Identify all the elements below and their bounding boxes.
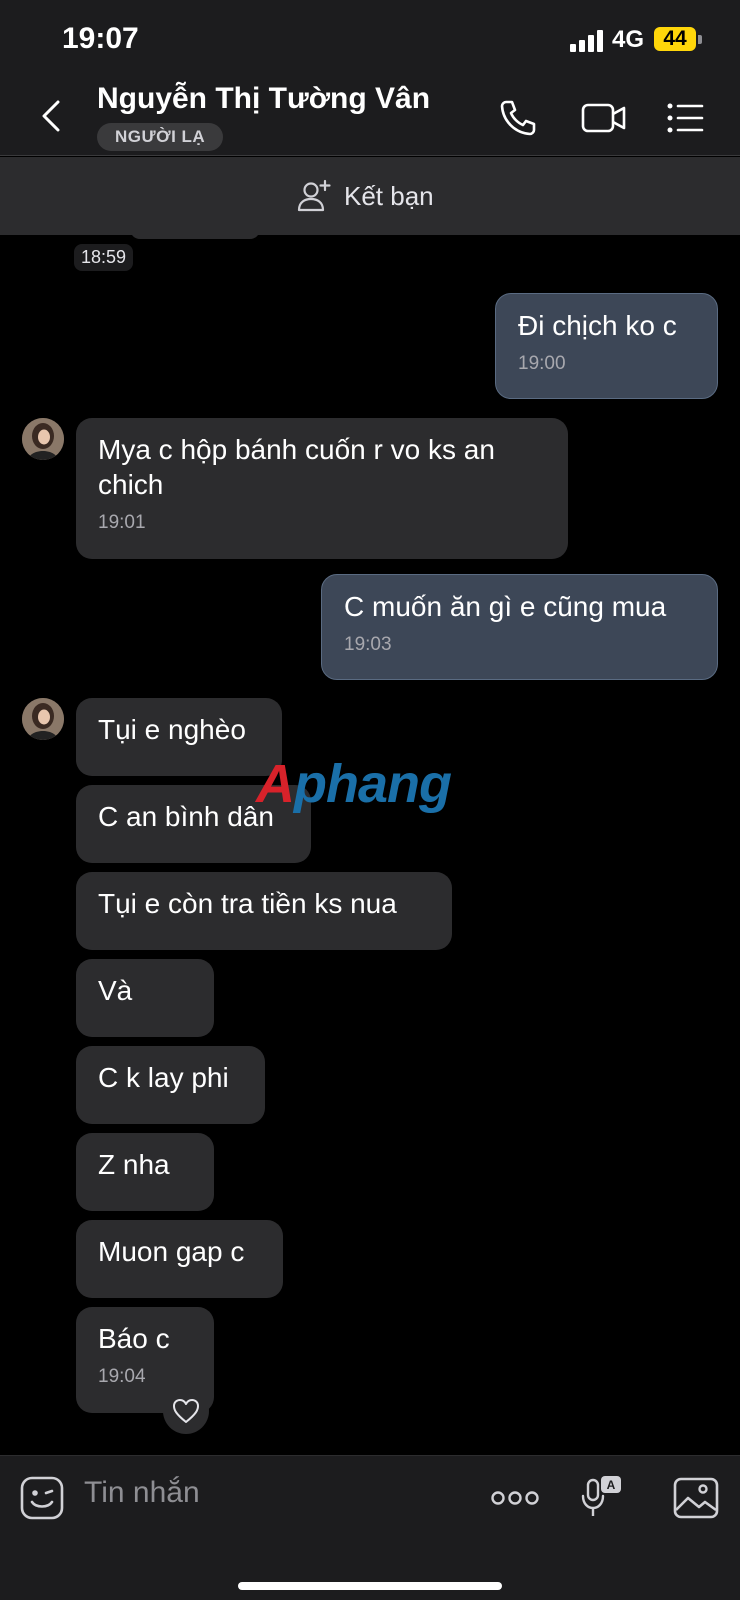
message-text: Và (98, 975, 133, 1006)
add-friend-icon (297, 179, 331, 212)
message-time: 19:03 (344, 634, 392, 655)
message-time: 19:01 (98, 512, 146, 533)
video-icon (581, 103, 626, 133)
message-bubble-in[interactable]: Z nha (76, 1133, 214, 1211)
add-friend-button[interactable]: Kết bạn (296, 176, 434, 216)
message-bubble-in[interactable]: Tụi e còn tra tiền ks nua (76, 872, 452, 950)
message-composer: Tin nhắn A (0, 1455, 740, 1600)
avatar-photo (22, 698, 64, 740)
sticker-button[interactable] (19, 1474, 65, 1522)
voice-to-text-icon: A (581, 1476, 621, 1516)
options-button[interactable] (664, 96, 708, 140)
signal-icon (570, 30, 606, 52)
message-text: Muon gap c (98, 1236, 245, 1267)
image-button[interactable] (672, 1474, 720, 1522)
avatar[interactable] (22, 698, 64, 740)
back-icon (42, 100, 60, 132)
message-text: Báo c (98, 1323, 170, 1354)
menu-icon (667, 103, 704, 133)
phone-icon (500, 100, 536, 136)
avatar[interactable] (22, 418, 64, 460)
contact-name[interactable]: Nguyễn Thị Tường Vân (97, 82, 430, 116)
stranger-badge: NGƯỜI LẠ (97, 123, 224, 151)
more-icon (491, 1491, 539, 1505)
video-call-button[interactable] (580, 96, 628, 140)
message-bubble-in[interactable]: Muon gap c (76, 1220, 283, 1298)
message-bubble-out[interactable]: C muốn ăn gì e cũng mua 19:03 (321, 574, 718, 680)
message-bubble-in[interactable]: Mya c hộp bánh cuốn r vo ks an chich 19:… (76, 418, 568, 559)
message-text: Tụi e còn tra tiền ks nua (98, 888, 397, 919)
message-text: Tụi e nghèo (98, 714, 246, 745)
battery-nub (698, 35, 702, 44)
time-chip: 18:59 (74, 244, 134, 271)
message-text: Đi chịch ko c (518, 310, 677, 341)
message-time: 19:00 (518, 353, 566, 374)
message-time: 19:04 (98, 1366, 146, 1387)
message-bubble-out[interactable]: Đi chịch ko c 19:00 (495, 293, 718, 399)
svg-text:A: A (607, 1478, 616, 1492)
message-input[interactable]: Tin nhắn (84, 1476, 200, 1510)
chat-header: Nguyễn Thị Tường Vân NGƯỜI LẠ (0, 80, 740, 156)
message-bubble-in[interactable]: Tụi e nghèo (76, 698, 282, 776)
message-text: C muốn ăn gì e cũng mua (344, 591, 667, 622)
home-indicator[interactable] (238, 1582, 502, 1590)
chat-area[interactable]: 18:59 Đi chịch ko c 19:00 Mya c hộp bánh… (0, 235, 740, 1455)
message-text: Z nha (98, 1149, 170, 1180)
message-text: Mya c hộp bánh cuốn r vo ks an chich (98, 434, 495, 500)
network-type: 4G (612, 26, 645, 53)
status-bar: 19:07 4G 44 (0, 0, 740, 80)
status-time: 19:07 (62, 22, 139, 55)
image-icon (673, 1477, 719, 1519)
watermark-part1: A (256, 754, 295, 814)
watermark-logo: Aphang (256, 753, 452, 815)
add-friend-bar[interactable]: Kết bạn (0, 157, 740, 235)
more-button[interactable] (490, 1474, 540, 1522)
sticker-icon (20, 1476, 64, 1520)
react-button[interactable] (163, 1388, 209, 1434)
message-bubble-in[interactable]: C k lay phi (76, 1046, 265, 1124)
partial-message-bubble[interactable] (130, 235, 260, 239)
back-button[interactable] (36, 96, 72, 136)
call-button[interactable] (496, 96, 540, 140)
battery-icon: 44 (654, 27, 696, 51)
message-bubble-in[interactable]: Và (76, 959, 214, 1037)
message-text: C k lay phi (98, 1062, 229, 1093)
watermark-part2: phang (294, 754, 452, 814)
voice-to-text-button[interactable]: A (578, 1474, 626, 1522)
add-friend-label: Kết bạn (344, 180, 434, 211)
heart-icon (173, 1399, 199, 1423)
avatar-photo (22, 418, 64, 460)
